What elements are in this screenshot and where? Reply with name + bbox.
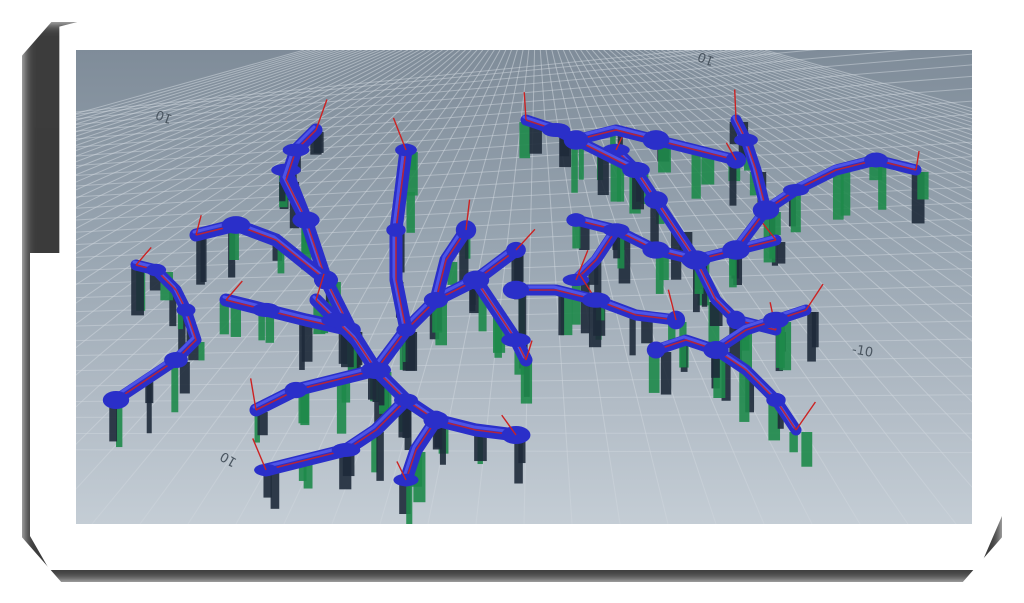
branch-node — [864, 152, 888, 168]
grid-line — [76, 413, 972, 418]
branch-node — [502, 280, 530, 300]
support-bar — [299, 322, 305, 370]
branch-node — [763, 311, 789, 329]
grid-line — [551, 50, 669, 524]
support-bar — [660, 352, 672, 395]
branch-node — [642, 130, 670, 150]
branch-node — [282, 143, 310, 157]
branch-node — [734, 133, 758, 147]
branch-node — [423, 411, 449, 429]
support-bar — [146, 382, 152, 434]
branch-node — [331, 443, 361, 457]
branch-twig — [795, 401, 816, 431]
branch-twig — [515, 228, 536, 251]
support-bar — [801, 432, 813, 467]
support-bar — [807, 312, 816, 362]
grid-line — [574, 50, 861, 524]
branch-node — [752, 200, 780, 220]
branch-node — [361, 362, 391, 378]
support-bar — [691, 152, 701, 199]
branch-node — [581, 292, 611, 308]
branch-node — [646, 341, 666, 359]
support-bar — [519, 122, 531, 159]
branch-node — [566, 213, 586, 227]
branch-node — [563, 130, 589, 150]
branch-node — [386, 223, 406, 237]
grid-line — [76, 251, 972, 285]
scene-canvas: 10 10 -10 10 — [76, 50, 972, 524]
support-bar — [200, 237, 207, 282]
support-bar — [131, 267, 144, 316]
branch-node — [284, 381, 308, 399]
support-bar — [629, 317, 636, 356]
branch-node — [292, 211, 320, 229]
branch-node — [423, 291, 449, 309]
support-bar — [571, 282, 581, 325]
branch-node — [642, 241, 670, 259]
support-bar — [270, 472, 280, 509]
branch-node — [396, 323, 416, 337]
support-bar — [520, 362, 533, 404]
branch-node — [102, 390, 130, 410]
branch-node — [703, 341, 729, 359]
grid-label: 10 — [218, 448, 240, 469]
support-bar — [840, 172, 851, 216]
support-bar — [406, 482, 413, 524]
3d-viewport[interactable]: 10 10 -10 10 — [76, 50, 972, 524]
branch-node — [602, 223, 630, 237]
support-bar — [777, 242, 786, 264]
grid-label: -10 — [851, 342, 875, 360]
support-bar — [558, 292, 565, 336]
support-bar — [518, 292, 527, 340]
branch-node — [462, 270, 490, 290]
support-bar — [580, 282, 590, 334]
grid-line — [586, 50, 957, 524]
branch-node — [622, 161, 650, 179]
branch-node — [313, 272, 339, 288]
branch-node — [321, 312, 351, 328]
support-bar — [376, 432, 384, 481]
support-bar — [198, 342, 205, 361]
grid-line — [76, 50, 744, 115]
branch-node — [783, 183, 809, 197]
support-bar — [341, 382, 351, 403]
support-bar — [406, 192, 415, 233]
support-bar — [588, 302, 602, 348]
branch-node — [722, 240, 750, 260]
branch-node — [145, 263, 167, 277]
branch-node — [682, 250, 710, 270]
branch-node — [164, 351, 188, 369]
branch-node — [766, 392, 786, 408]
branch-node — [252, 302, 280, 318]
branch-node — [393, 393, 419, 407]
branch-node — [221, 216, 251, 234]
support-bar — [171, 362, 179, 413]
support-bar — [917, 172, 929, 200]
branch-node — [644, 191, 668, 209]
branch-node — [501, 333, 531, 347]
branch-node — [176, 303, 196, 317]
